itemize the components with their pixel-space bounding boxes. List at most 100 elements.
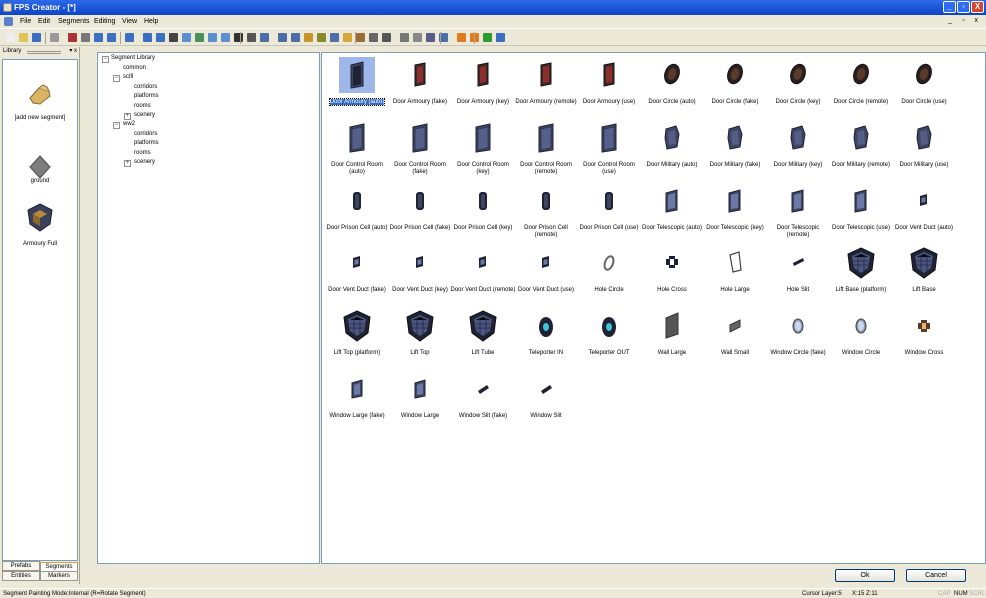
segment-thumbnail[interactable] [339, 308, 375, 344]
toolbar-button-icon[interactable] [343, 33, 352, 42]
segment-thumbnail[interactable] [780, 308, 816, 344]
segment-tile[interactable]: Door Armoury (fake) [389, 55, 451, 117]
toolbar-button-icon[interactable] [221, 33, 230, 42]
segment-tile[interactable]: Lift Base (platform) [830, 243, 892, 305]
restore-button[interactable]: ▫ [957, 1, 970, 13]
mdi-controls[interactable]: _ ▫ x [948, 17, 982, 24]
segment-thumbnail[interactable] [843, 183, 879, 219]
segment-thumbnail[interactable] [654, 245, 690, 281]
toolbar-button-icon[interactable] [496, 33, 505, 42]
segment-thumbnail[interactable] [591, 183, 627, 219]
minimize-button[interactable]: _ [943, 1, 956, 13]
tree-root[interactable]: Segment Library [111, 55, 155, 61]
segment-tile[interactable]: Hole Large [704, 243, 766, 305]
segment-tile[interactable]: Teleporter IN [515, 306, 577, 368]
library-item-ground[interactable]: ground [3, 178, 77, 184]
segment-thumbnail[interactable] [654, 57, 690, 93]
segment-thumbnail[interactable] [528, 308, 564, 344]
segment-thumbnail[interactable] [843, 308, 879, 344]
segment-thumbnail[interactable] [906, 120, 942, 156]
toolbar-button-icon[interactable] [195, 33, 204, 42]
segment-tile[interactable]: Door Armoury (auto) [326, 55, 388, 117]
toolbar-button-icon[interactable] [6, 33, 15, 42]
tree-node[interactable]: platforms [134, 140, 159, 146]
segment-tile[interactable]: Wall Large [641, 306, 703, 368]
segment-tile[interactable]: Door Circle (auto) [641, 55, 703, 117]
segment-tile[interactable]: Door Telescopic (remote) [767, 181, 829, 243]
segment-thumbnail[interactable] [465, 245, 501, 281]
segment-thumbnail[interactable] [906, 308, 942, 344]
toolbar-button-icon[interactable] [94, 33, 103, 42]
segment-tile[interactable]: Door Prison Cell (key) [452, 181, 514, 243]
segment-thumbnail[interactable] [465, 371, 501, 407]
toolbar-button-icon[interactable] [125, 33, 134, 42]
segment-thumbnail[interactable] [465, 183, 501, 219]
segment-thumbnail[interactable] [717, 120, 753, 156]
toolbar-button-icon[interactable] [208, 33, 217, 42]
segment-thumbnail[interactable] [528, 183, 564, 219]
segment-tile[interactable]: Hole Circle [578, 243, 640, 305]
segment-tile[interactable]: Door Military (remote) [830, 118, 892, 180]
segment-thumbnail[interactable] [654, 120, 690, 156]
segment-tile[interactable]: Window Circle [830, 306, 892, 368]
segment-tile[interactable]: Door Armoury (remote) [515, 55, 577, 117]
segment-thumbnail[interactable] [402, 57, 438, 93]
toolbar-button-icon[interactable] [182, 33, 191, 42]
segment-tile[interactable]: Window Cross [893, 306, 955, 368]
segment-tile[interactable]: Window Large (fake) [326, 369, 388, 431]
segment-tile[interactable]: Lift Top [389, 306, 451, 368]
segment-tile[interactable]: Door Control Room (auto) [326, 118, 388, 180]
segment-thumbnail[interactable] [780, 245, 816, 281]
toolbar-button-icon[interactable] [234, 33, 243, 42]
tree-node[interactable]: rooms [134, 150, 151, 156]
toolbar-button-icon[interactable] [260, 33, 269, 42]
segment-thumbnail[interactable] [402, 245, 438, 281]
collapse-toggle[interactable]: − [113, 122, 120, 130]
segment-tile[interactable]: Door Control Room (key) [452, 118, 514, 180]
segment-thumbnail[interactable] [780, 183, 816, 219]
tab-prefabs[interactable]: Prefabs [2, 561, 40, 571]
toolbar-button-icon[interactable] [107, 33, 116, 42]
segment-tile[interactable]: Door Control Room (fake) [389, 118, 451, 180]
segment-tile[interactable]: Door Vent Duct (auto) [893, 181, 955, 243]
segment-thumbnail[interactable] [339, 245, 375, 281]
segment-thumbnail[interactable] [528, 245, 564, 281]
segment-thumbnail[interactable] [591, 120, 627, 156]
segment-thumbnail[interactable] [339, 57, 375, 93]
close-button[interactable]: X [971, 1, 984, 13]
segment-thumbnail[interactable] [528, 371, 564, 407]
toolbar-button-icon[interactable] [156, 33, 165, 42]
segment-thumbnail[interactable] [654, 308, 690, 344]
toolbar-button-icon[interactable] [483, 33, 492, 42]
toolbar-button-icon[interactable] [426, 33, 435, 42]
segment-thumbnail[interactable] [843, 57, 879, 93]
segment-thumbnail[interactable] [843, 120, 879, 156]
toolbar-button-icon[interactable] [304, 33, 313, 42]
toolbar-button-icon[interactable] [278, 33, 287, 42]
segment-thumbnail[interactable] [339, 120, 375, 156]
segment-tile[interactable]: Door Circle (key) [767, 55, 829, 117]
toolbar-button-icon[interactable] [50, 33, 59, 42]
hand-icon[interactable] [25, 80, 55, 110]
toolbar-button-icon[interactable] [32, 33, 41, 42]
toolbar-button-icon[interactable] [457, 33, 466, 42]
collapse-toggle[interactable]: − [113, 75, 120, 83]
menu-file[interactable]: File [20, 18, 31, 25]
segment-thumbnail[interactable] [591, 245, 627, 281]
segment-thumbnail[interactable] [717, 183, 753, 219]
toolbar-button-icon[interactable] [81, 33, 90, 42]
segment-thumbnail[interactable] [717, 308, 753, 344]
menu-editing[interactable]: Editing [94, 18, 115, 25]
menu-edit[interactable]: Edit [38, 18, 50, 25]
segment-tile[interactable]: Door Vent Duct (fake) [326, 243, 388, 305]
segment-thumbnail[interactable] [843, 245, 879, 281]
segment-tile[interactable]: Door Circle (fake) [704, 55, 766, 117]
segment-thumbnail[interactable] [591, 308, 627, 344]
segment-thumbnail[interactable] [402, 120, 438, 156]
segment-tile[interactable]: Door Military (fake) [704, 118, 766, 180]
toolbar-button-icon[interactable] [369, 33, 378, 42]
segment-tile[interactable]: Lift Top (platform) [326, 306, 388, 368]
expand-toggle[interactable]: + [124, 160, 131, 167]
tree-node[interactable]: common [123, 65, 146, 71]
segment-tile[interactable]: Door Prison Cell (use) [578, 181, 640, 243]
